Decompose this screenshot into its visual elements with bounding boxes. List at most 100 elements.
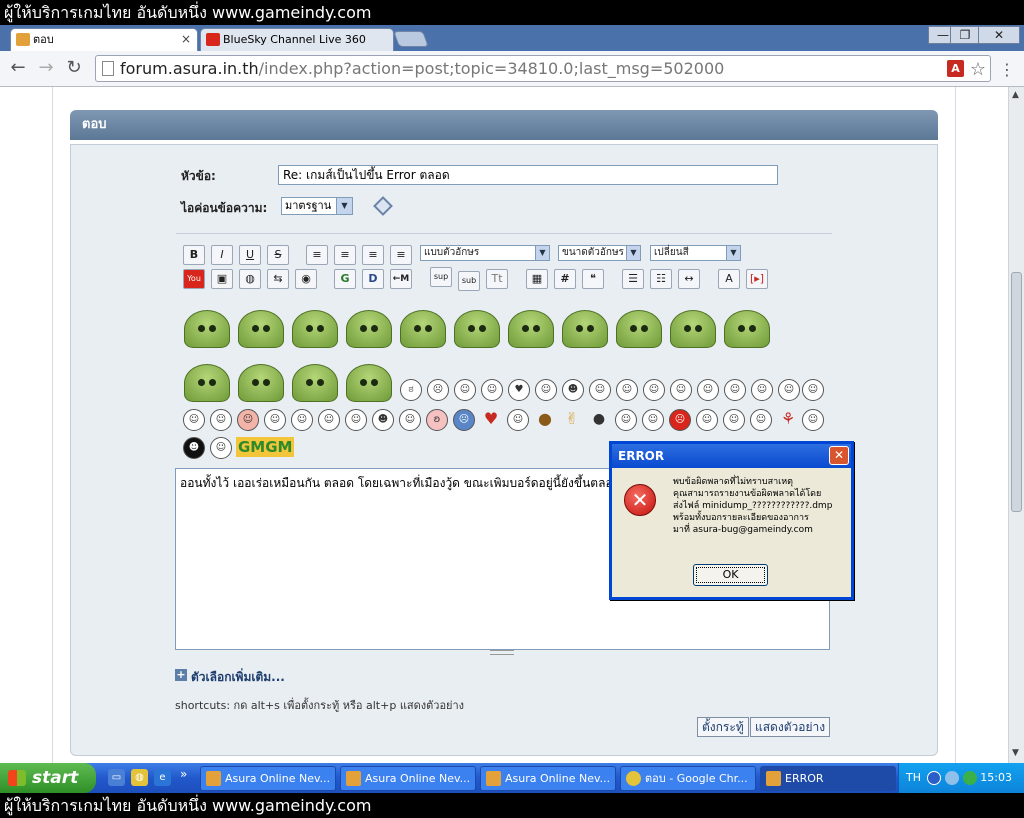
- network-icon[interactable]: [945, 771, 959, 785]
- tab-bluesky[interactable]: BlueSky Channel Live 360: [200, 28, 394, 51]
- emoticon-face-icon[interactable]: ☺: [670, 379, 692, 401]
- align-right-icon[interactable]: ≡: [390, 245, 412, 265]
- emoticon-blob-icon[interactable]: [346, 310, 392, 348]
- emoticon-face-icon[interactable]: ☺: [481, 379, 503, 401]
- taskbar-item-asura-1[interactable]: Asura Online Nev...: [200, 766, 336, 791]
- post-button[interactable]: ตั้งกระทู้: [697, 717, 749, 737]
- emoticon-blob-icon[interactable]: [238, 310, 284, 348]
- start-button[interactable]: start: [0, 763, 96, 793]
- table-button[interactable]: ▦: [526, 269, 548, 289]
- emoticon-face-icon[interactable]: ☺: [183, 409, 205, 431]
- reload-icon[interactable]: ↻: [62, 57, 86, 78]
- bomb-icon[interactable]: ●: [588, 409, 610, 431]
- emoticon-face-icon[interactable]: ☺: [291, 409, 313, 431]
- font-color-select[interactable]: เปลี่ยนสี ▼: [650, 245, 741, 261]
- poop-icon[interactable]: ●: [534, 409, 556, 431]
- youtube-icon[interactable]: You: [183, 269, 205, 289]
- quicklaunch-overflow[interactable]: »: [180, 767, 187, 781]
- emoticon-face-icon[interactable]: ☺: [778, 379, 800, 401]
- font-size-up-icon[interactable]: A: [718, 269, 740, 289]
- globe-icon[interactable]: ◍: [239, 269, 261, 289]
- tab-reply[interactable]: ตอบ ×: [10, 28, 198, 51]
- strike-button[interactable]: S: [267, 245, 289, 265]
- emoticon-blob-icon[interactable]: [346, 364, 392, 402]
- scroll-down-icon[interactable]: ▼: [1012, 748, 1019, 758]
- wrench-menu-icon[interactable]: ⋮: [999, 60, 1015, 79]
- font-size-select[interactable]: ขนาดตัวอักษร ▼: [558, 245, 641, 261]
- emoticon-face-icon[interactable]: ☹: [453, 409, 475, 431]
- emoticon-blob-icon[interactable]: [616, 310, 662, 348]
- new-tab-button[interactable]: [393, 31, 429, 47]
- align-center-icon[interactable]: ≡: [362, 245, 384, 265]
- emoticon-face-icon[interactable]: ☺: [802, 379, 824, 401]
- taskbar-item-chrome[interactable]: ตอบ - Google Chr...: [620, 766, 756, 791]
- taskbar-item-error[interactable]: ERROR: [760, 766, 896, 791]
- emoticon-blob-icon[interactable]: [562, 310, 608, 348]
- rose-icon[interactable]: ⚘: [777, 409, 799, 431]
- forward-icon[interactable]: →: [34, 57, 58, 78]
- emoticon-face-icon[interactable]: ☺: [643, 379, 665, 401]
- taskbar-item-asura-3[interactable]: Asura Online Nev...: [480, 766, 616, 791]
- emoticon-face-icon[interactable]: ☺: [345, 409, 367, 431]
- scroll-thumb[interactable]: [1011, 272, 1022, 512]
- emoticon-blob-icon[interactable]: [454, 310, 500, 348]
- back-icon[interactable]: ←: [6, 57, 30, 78]
- emoticon-face-icon[interactable]: ☺: [535, 379, 557, 401]
- emoticon-blob-icon[interactable]: [184, 364, 230, 402]
- emoticon-face-icon[interactable]: ☻: [372, 409, 394, 431]
- close-window-button[interactable]: ✕: [978, 26, 1020, 44]
- emoticon-face-icon[interactable]: ಠ: [400, 379, 422, 401]
- teletype-button[interactable]: Tt: [486, 269, 508, 289]
- ie-quicklaunch-icon[interactable]: e: [154, 769, 171, 786]
- quote-button[interactable]: ❝: [582, 269, 604, 289]
- tab-close-icon[interactable]: ×: [181, 29, 191, 50]
- remove-format-icon[interactable]: [▸]: [746, 269, 768, 289]
- emoticon-angry-icon[interactable]: ☹: [669, 409, 691, 431]
- code-button[interactable]: #: [554, 269, 576, 289]
- emoticon-face-icon[interactable]: ☹: [427, 379, 449, 401]
- message-icon-select[interactable]: มาตรฐาน ▼: [281, 197, 353, 215]
- emoticon-face-icon[interactable]: ☻: [183, 437, 205, 459]
- resize-grip[interactable]: [490, 650, 514, 655]
- emoticon-face-icon[interactable]: ☺: [723, 409, 745, 431]
- emoticon-blob-icon[interactable]: [508, 310, 554, 348]
- broken-heart-icon[interactable]: ♥: [480, 409, 502, 431]
- dialog-close-icon[interactable]: ✕: [829, 446, 849, 465]
- emoticon-face-icon[interactable]: ☺: [724, 379, 746, 401]
- security-icon[interactable]: [963, 771, 977, 785]
- chrome-quicklaunch-icon[interactable]: ◍: [131, 769, 148, 786]
- horizontal-rule-icon[interactable]: ↔: [678, 269, 700, 289]
- emoticon-face-icon[interactable]: ☺: [751, 379, 773, 401]
- scroll-up-icon[interactable]: ▲: [1012, 90, 1019, 100]
- font-face-select[interactable]: แบบตัวอักษร ▼: [420, 245, 550, 261]
- emoticon-face-icon[interactable]: ☺: [237, 409, 259, 431]
- shadow-button[interactable]: D: [362, 269, 384, 289]
- emoticon-face-icon[interactable]: ☺: [697, 379, 719, 401]
- list-bullet-icon[interactable]: ☰: [622, 269, 644, 289]
- superscript-button[interactable]: sup: [430, 267, 452, 287]
- emoticon-blob-icon[interactable]: [238, 364, 284, 402]
- ftp-icon[interactable]: ⇆: [267, 269, 289, 289]
- emoticon-face-icon[interactable]: ☺: [616, 379, 638, 401]
- language-indicator[interactable]: TH: [906, 763, 921, 793]
- ok-button[interactable]: OK: [693, 564, 768, 586]
- emoticon-face-icon[interactable]: ☺: [399, 409, 421, 431]
- maximize-button[interactable]: ❐: [950, 26, 980, 44]
- glow-button[interactable]: G: [334, 269, 356, 289]
- flash-icon[interactable]: ▣: [211, 269, 233, 289]
- taskbar-item-asura-2[interactable]: Asura Online Nev...: [340, 766, 476, 791]
- tray-arrow-icon[interactable]: [927, 771, 941, 785]
- emoticon-pig-icon[interactable]: ʚ: [426, 409, 448, 431]
- subscript-button[interactable]: sub: [458, 271, 480, 291]
- victory-hand-icon[interactable]: ✌: [561, 409, 583, 431]
- gmgm-smiley[interactable]: GMGM: [236, 437, 295, 457]
- emoticon-face-icon[interactable]: ☺: [696, 409, 718, 431]
- align-justify-icon[interactable]: ≡: [306, 245, 328, 265]
- emoticon-blob-icon[interactable]: [724, 310, 770, 348]
- emoticon-face-icon[interactable]: ☺: [802, 409, 824, 431]
- address-bar[interactable]: forum.asura.in.th/index.php?action=post;…: [95, 55, 991, 82]
- italic-button[interactable]: I: [211, 245, 233, 265]
- more-options-link[interactable]: ตัวเลือกเพิ่มเติม...: [191, 668, 285, 687]
- bold-button[interactable]: B: [183, 245, 205, 265]
- show-desktop-icon[interactable]: ▭: [108, 769, 125, 786]
